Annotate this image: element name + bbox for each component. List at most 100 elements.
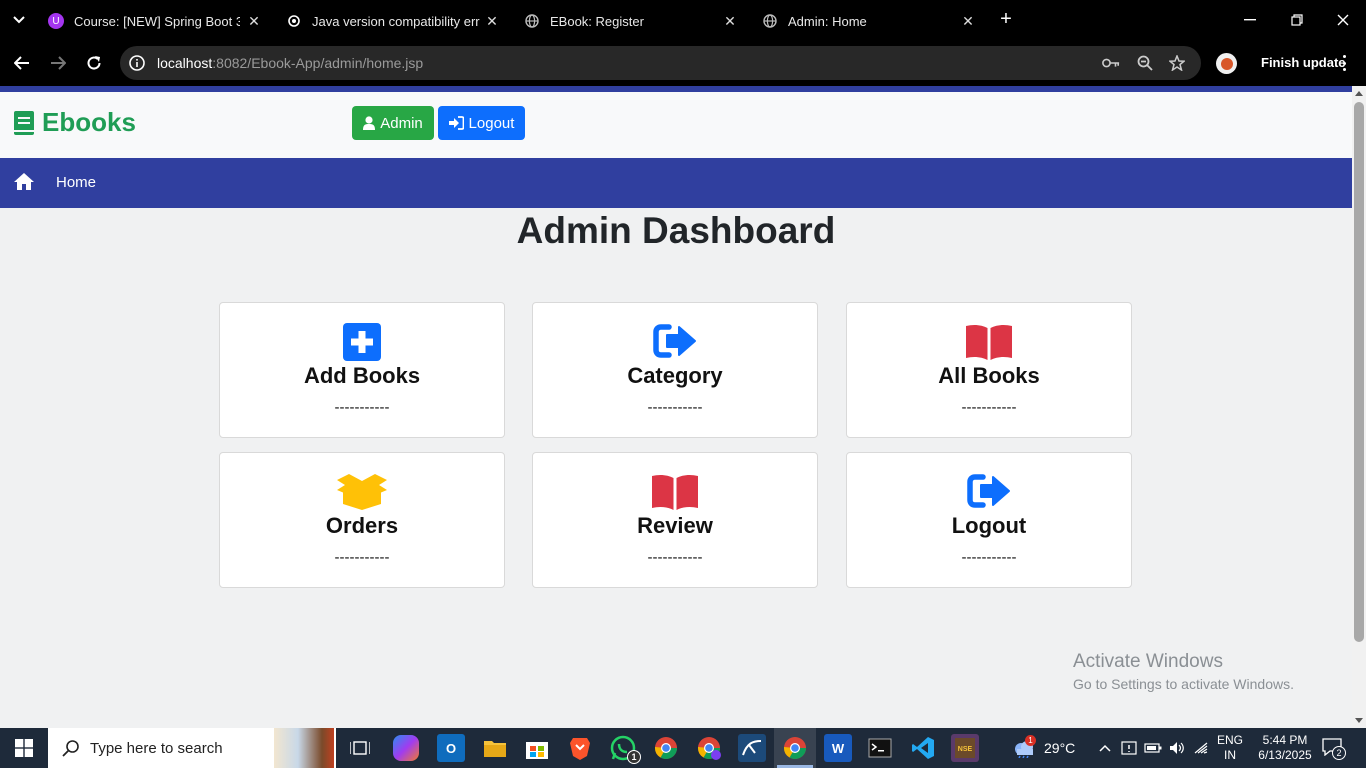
finish-update-button[interactable]: Finish update — [1261, 55, 1346, 70]
card-label: All Books — [938, 363, 1040, 388]
mysql-workbench-icon[interactable] — [738, 734, 766, 762]
home-icon[interactable] — [13, 172, 35, 196]
vscode-icon[interactable] — [909, 734, 937, 762]
weather-widget[interactable]: 1 29°C — [1012, 728, 1075, 768]
clock-time: 5:44 PM — [1262, 733, 1308, 747]
key-icon[interactable] — [1102, 54, 1120, 72]
url-path: :8082/Ebook-App/admin/home.jsp — [212, 55, 424, 71]
browser-tab-strip: U Course: [NEW] Spring Boot 3, Sp ✕ Java… — [0, 0, 1366, 40]
watermark-title: Activate Windows — [1073, 651, 1223, 672]
open-book-icon — [533, 473, 817, 513]
box-open-icon — [220, 473, 504, 513]
brand-name: Ebooks — [42, 107, 136, 137]
game-app-icon[interactable]: NSE — [951, 734, 979, 762]
tab-search-chevron-icon[interactable] — [8, 10, 30, 30]
close-icon[interactable]: ✕ — [246, 13, 262, 29]
search-icon — [62, 740, 79, 757]
microsoft-store-icon[interactable] — [523, 734, 551, 762]
scroll-up-arrow-icon[interactable] — [1355, 91, 1363, 96]
security-warning-icon[interactable] — [1120, 740, 1138, 756]
card-all-books[interactable]: All Books ----------- — [846, 302, 1132, 438]
chrome-profile-d-icon[interactable] — [695, 734, 723, 762]
word-icon[interactable]: W — [824, 734, 852, 762]
close-icon[interactable]: ✕ — [960, 13, 976, 29]
logout-button[interactable]: Logout — [438, 106, 525, 140]
card-label: Orders — [325, 513, 399, 538]
close-icon[interactable]: ✕ — [484, 13, 500, 29]
brave-browser-icon[interactable] — [566, 734, 594, 762]
watermark-subtitle: Go to Settings to activate Windows. — [1073, 676, 1294, 692]
svg-text:NSE: NSE — [958, 746, 973, 753]
sign-in-icon — [448, 116, 464, 130]
volume-icon[interactable] — [1168, 740, 1186, 756]
restore-icon[interactable] — [1285, 8, 1309, 32]
card-divider-text: ----------- — [334, 399, 390, 416]
card-divider-text: ----------- — [961, 399, 1017, 416]
notification-center-icon[interactable]: 2 — [1322, 738, 1348, 760]
forward-arrow-icon[interactable] — [46, 51, 70, 75]
address-bar[interactable]: localhost:8082/Ebook-App/admin/home.jsp — [120, 46, 1201, 80]
windows-start-icon[interactable] — [0, 728, 48, 768]
admin-button[interactable]: Admin — [352, 106, 434, 140]
tab-ebook-register[interactable]: EBook: Register ✕ — [524, 6, 738, 36]
system-clock[interactable]: 5:44 PM 6/13/2025 — [1255, 733, 1315, 763]
show-hidden-icons-chevron-icon[interactable] — [1096, 740, 1114, 756]
activate-windows-watermark: Activate Windows Go to Settings to activ… — [1073, 651, 1294, 692]
sign-out-icon — [533, 323, 817, 363]
battery-icon[interactable] — [1144, 740, 1162, 756]
menu-kebab-icon[interactable] — [1336, 53, 1352, 73]
open-book-icon — [847, 323, 1131, 363]
card-label: Add Books — [303, 363, 421, 388]
page-scrollbar[interactable] — [1352, 86, 1366, 728]
new-tab-plus-icon[interactable]: + — [996, 9, 1016, 30]
minimize-icon[interactable] — [1238, 8, 1262, 32]
taskbar-search-box[interactable]: Type here to search — [48, 728, 336, 768]
nav-home-link[interactable]: Home — [56, 174, 96, 191]
main-navbar: Home — [0, 158, 1352, 208]
card-logout[interactable]: Logout ----------- — [846, 452, 1132, 588]
card-label: Category — [627, 363, 723, 388]
site-info-icon[interactable] — [128, 54, 146, 72]
chrome-icon[interactable] — [781, 734, 809, 762]
tab-java-error[interactable]: Java version compatibility error ✕ — [286, 6, 500, 36]
task-view-icon[interactable] — [346, 734, 374, 762]
book-icon — [14, 110, 34, 135]
user-icon — [363, 116, 376, 130]
profile-avatar[interactable] — [1216, 53, 1237, 74]
region-code: IN — [1224, 748, 1236, 762]
sign-out-icon — [847, 473, 1131, 513]
outlook-icon[interactable]: O — [437, 734, 465, 762]
tab-title: Course: [NEW] Spring Boot 3, Sp — [74, 13, 240, 29]
star-icon[interactable] — [1168, 54, 1186, 72]
close-window-icon[interactable] — [1331, 8, 1355, 32]
chrome-profile-icon[interactable] — [652, 734, 680, 762]
back-arrow-icon[interactable] — [10, 51, 34, 75]
language-indicator[interactable]: ENG IN — [1217, 733, 1243, 763]
terminal-icon[interactable] — [866, 734, 894, 762]
tab-title: EBook: Register — [550, 13, 644, 29]
tab-course[interactable]: U Course: [NEW] Spring Boot 3, Sp ✕ — [48, 6, 262, 36]
file-explorer-icon[interactable] — [481, 734, 509, 762]
copilot-icon[interactable] — [393, 735, 419, 761]
reload-icon[interactable] — [82, 51, 106, 75]
card-divider-text: ----------- — [647, 549, 703, 566]
tab-admin-home[interactable]: Admin: Home ✕ — [762, 6, 976, 36]
scroll-down-arrow-icon[interactable] — [1355, 718, 1363, 723]
zoom-icon[interactable] — [1136, 54, 1154, 72]
clock-date: 6/13/2025 — [1258, 748, 1312, 762]
brand-logo[interactable]: Ebooks — [14, 107, 136, 138]
globe-icon — [524, 13, 540, 29]
scrollbar-thumb[interactable] — [1354, 102, 1364, 642]
card-orders[interactable]: Orders ----------- — [219, 452, 505, 588]
card-category[interactable]: Category ----------- — [532, 302, 818, 438]
close-icon[interactable]: ✕ — [722, 13, 738, 29]
whatsapp-icon[interactable]: 1 — [609, 734, 641, 764]
wifi-icon[interactable] — [1192, 740, 1210, 756]
card-divider-text: ----------- — [334, 549, 390, 566]
search-highlight-image-icon — [274, 728, 334, 768]
card-review[interactable]: Review ----------- — [532, 452, 818, 588]
language-code: ENG — [1217, 733, 1244, 747]
admin-button-label: Admin — [380, 114, 423, 132]
weather-badge: 1 — [1025, 735, 1036, 746]
card-add-books[interactable]: Add Books ----------- — [219, 302, 505, 438]
